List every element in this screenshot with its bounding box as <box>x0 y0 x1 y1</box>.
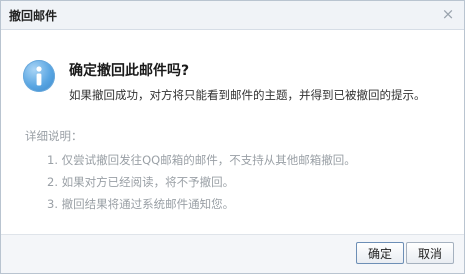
info-icon <box>23 60 55 92</box>
detail-heading: 详细说明： <box>25 129 83 143</box>
dialog-titlebar: 撤回邮件 × <box>1 1 464 30</box>
confirm-button[interactable]: 确定 <box>356 242 404 264</box>
close-icon[interactable]: × <box>440 5 456 23</box>
dialog-content: 确定撤回此邮件吗? 如果撤回成功，对方将只能看到邮件的主题，并得到已被撤回的提示… <box>1 30 464 235</box>
detail-list: 1. 仅尝试撤回发往QQ邮箱的邮件，不支持从其他邮箱撤回。 2. 如果对方已经阅… <box>47 149 356 215</box>
recall-explanation: 如果撤回成功，对方将只能看到邮件的主题，并得到已被撤回的提示。 <box>69 88 426 102</box>
dialog-footer: 确定 取消 <box>1 234 464 273</box>
cancel-button[interactable]: 取消 <box>406 242 454 264</box>
detail-item: 3. 撤回结果将通过系统邮件通知您。 <box>47 197 235 211</box>
dialog-title: 撤回邮件 <box>9 9 58 23</box>
detail-item: 2. 如果对方已经阅读，将不予撤回。 <box>47 175 235 189</box>
detail-item: 1. 仅尝试撤回发往QQ邮箱的邮件，不支持从其他邮箱撤回。 <box>47 153 356 167</box>
recall-mail-dialog: 撤回邮件 × 确定撤回此邮件吗? 如果撤回成功，对方将只能看到邮件的主题，并得到… <box>0 0 465 274</box>
confirm-question: 确定撤回此邮件吗? <box>69 63 190 79</box>
